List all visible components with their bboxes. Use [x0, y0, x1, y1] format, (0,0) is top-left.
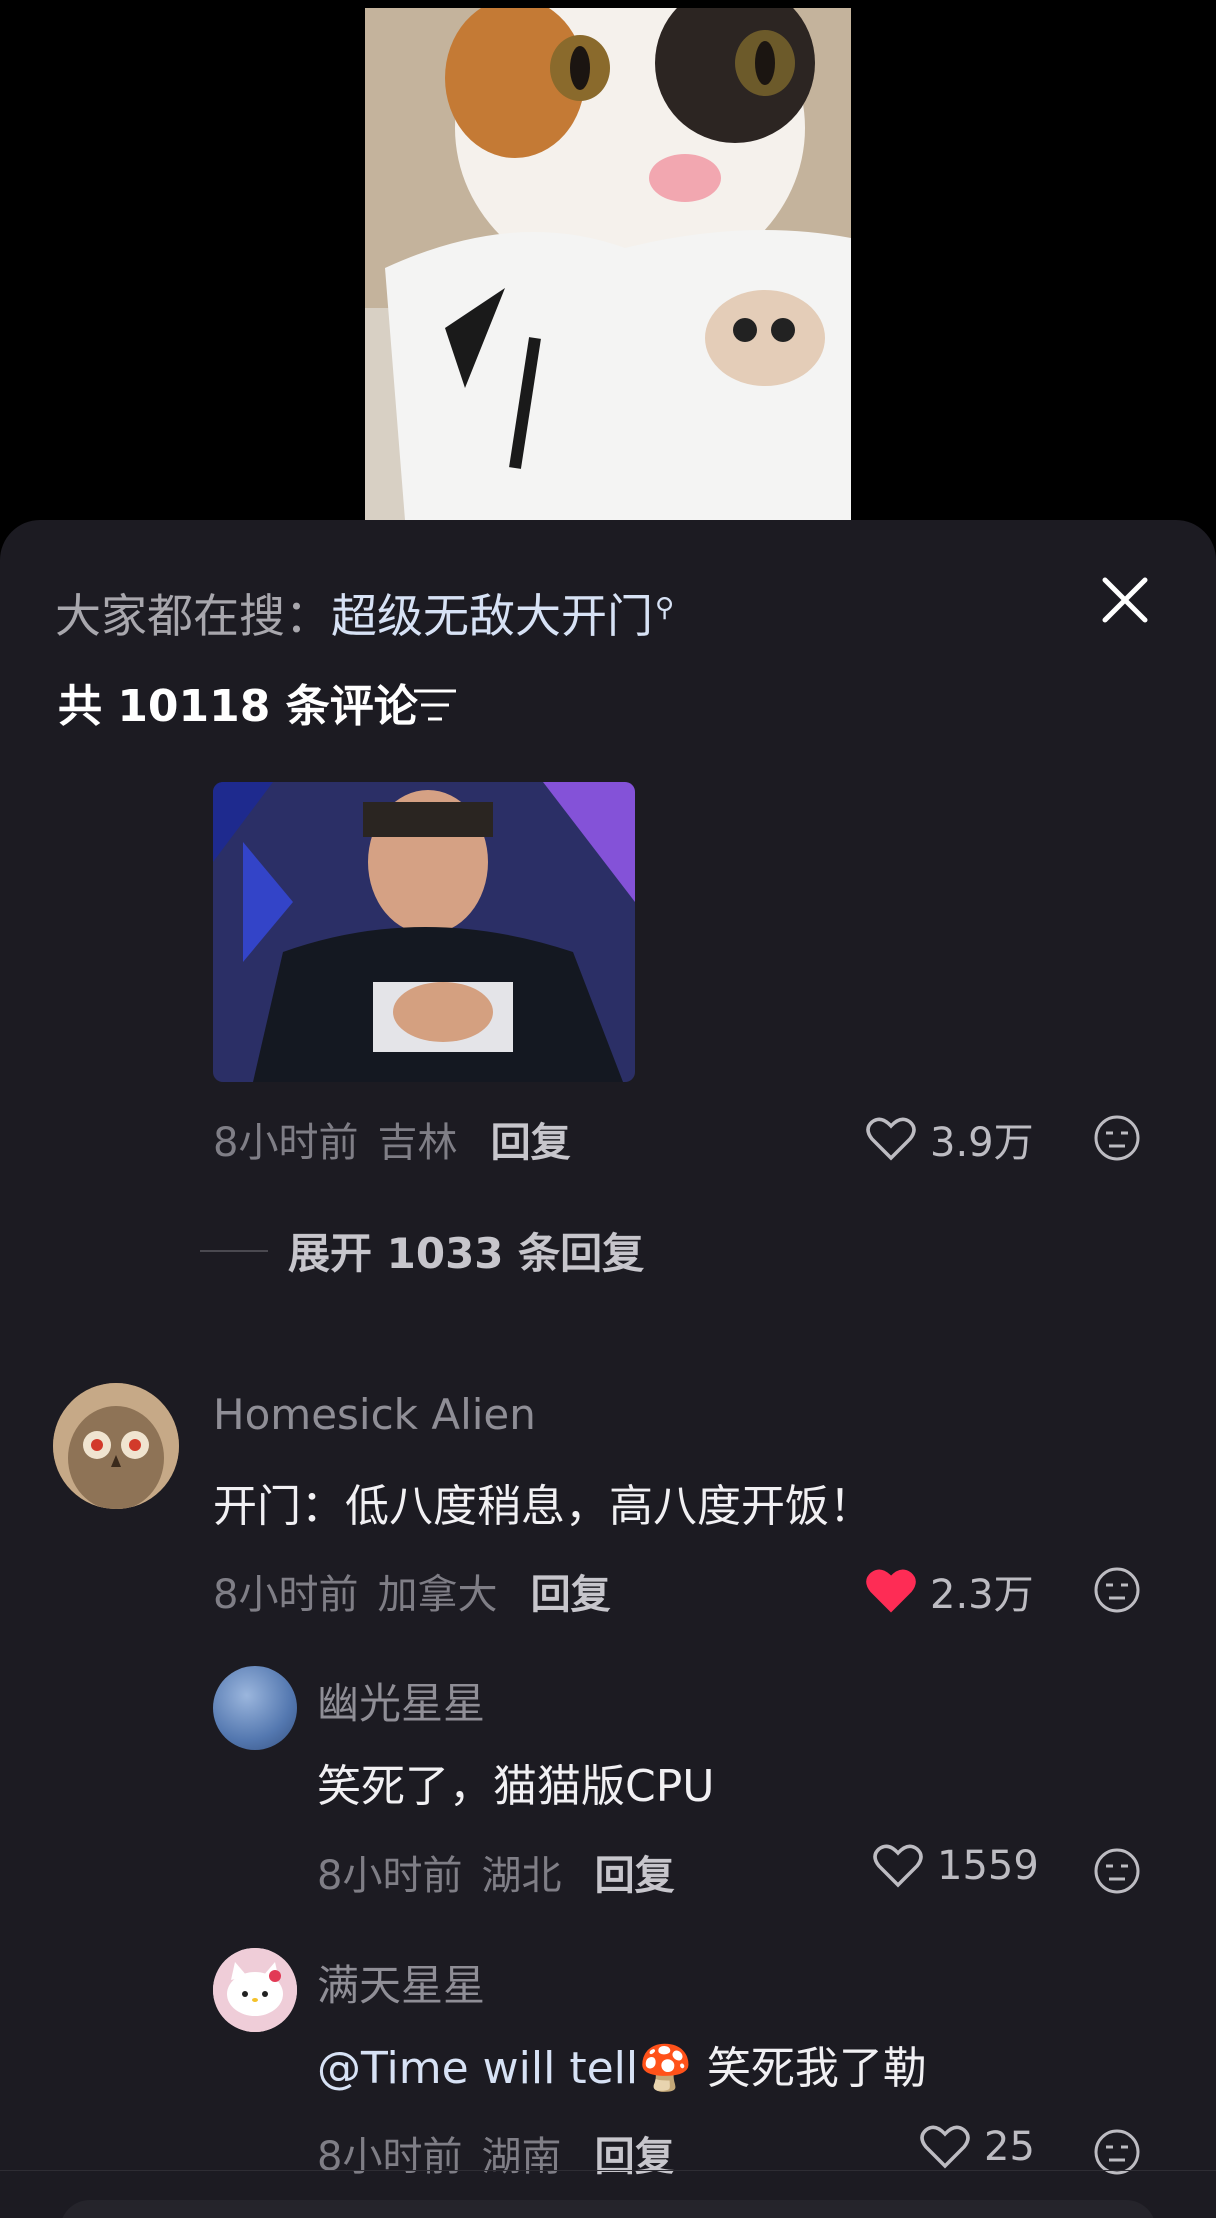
comment-text-suffix: 笑死我了勒	[692, 2043, 927, 2094]
comment-author[interactable]: 幽光星星	[317, 1670, 485, 1731]
comment-author[interactable]: Homesick Alien	[213, 1390, 536, 1439]
like-button[interactable]: 2.3万	[866, 1562, 1034, 1620]
expand-replies-label: 展开 1033 条回复	[288, 1229, 645, 1278]
comment-text: 开门：低八度稍息，高八度开饭！	[213, 1481, 873, 1532]
search-keyword[interactable]: 超级无敌大开门	[331, 589, 653, 643]
like-button[interactable]: 1559	[873, 1843, 1039, 1889]
avatar[interactable]	[213, 1948, 297, 2032]
dislike-face-icon	[1094, 1115, 1140, 1161]
owl-avatar-image	[53, 1383, 179, 1509]
hello-kitty-avatar-image	[213, 1948, 297, 2032]
comment-time: 8小时前	[213, 1572, 359, 1618]
comment-meta: 8小时前 吉林 回复	[213, 1110, 571, 1168]
close-button[interactable]	[1095, 570, 1155, 630]
comment-gif[interactable]	[213, 782, 635, 1082]
search-prefix: 大家都在搜：	[55, 589, 331, 643]
like-count: 3.9万	[930, 1120, 1034, 1166]
heart-icon	[866, 1117, 916, 1161]
reply-button[interactable]: 回复	[491, 1120, 571, 1166]
like-count: 25	[984, 2124, 1035, 2170]
like-count: 1559	[937, 1843, 1039, 1889]
dislike-button[interactable]	[1093, 1114, 1141, 1166]
like-count: 2.3万	[930, 1572, 1034, 1618]
comment-location: 湖北	[481, 1853, 562, 1899]
comment-meta: 8小时前 加拿大 回复	[213, 1562, 611, 1620]
video-thumbnail[interactable]	[365, 8, 851, 520]
expand-divider	[200, 1249, 268, 1252]
search-suggestion[interactable]: 大家都在搜：超级无敌大开门⚲	[55, 580, 674, 646]
dislike-button[interactable]	[1093, 1847, 1141, 1899]
reply-button[interactable]: 回复	[595, 2134, 675, 2180]
comment-location: 吉林	[377, 1120, 458, 1166]
crying-man-gif	[213, 782, 635, 1082]
bottom-divider	[0, 2170, 1216, 2171]
search-icon: ⚲	[655, 592, 675, 623]
reply-button[interactable]: 回复	[531, 1572, 611, 1618]
like-button[interactable]: 3.9万	[866, 1110, 1034, 1168]
cat-image	[365, 8, 851, 520]
comment-time: 8小时前	[213, 1120, 359, 1166]
comment-input-bar[interactable]	[60, 2200, 1156, 2218]
comment-count: 共 10118 条评论	[58, 681, 418, 732]
comment-author[interactable]: 满天星星	[317, 1952, 485, 2013]
comment-location: 加拿大	[377, 1572, 498, 1618]
mention-link[interactable]: @Time will tell	[317, 2043, 638, 2094]
dislike-face-icon	[1094, 2129, 1140, 2175]
comment-meta: 8小时前 湖北 回复	[317, 1843, 675, 1901]
reply-button[interactable]: 回复	[595, 1853, 675, 1899]
avatar[interactable]	[213, 1666, 297, 1750]
heart-icon	[866, 1569, 916, 1613]
comment-meta: 8小时前 湖南 回复	[317, 2124, 675, 2182]
close-icon	[1102, 577, 1148, 623]
dislike-button[interactable]	[1093, 1566, 1141, 1618]
heart-icon	[873, 1844, 923, 1888]
comment-text: @Time will tell🍄 笑死我了勒	[317, 2032, 927, 2096]
dislike-button[interactable]	[1093, 2128, 1141, 2180]
heart-icon	[920, 2125, 970, 2169]
comment-text: 笑死了，猫猫版CPU	[317, 1761, 715, 1812]
comment-sheet: 大家都在搜：超级无敌大开门⚲ 共 10118 条评论 8小时前 吉林 回复 3.…	[0, 520, 1216, 2218]
comment-time: 8小时前	[317, 2134, 463, 2180]
mushroom-emoji: 🍄	[638, 2043, 693, 2094]
comment-time: 8小时前	[317, 1853, 463, 1899]
filter-button[interactable]	[412, 688, 458, 722]
video-area[interactable]	[0, 0, 1216, 530]
expand-replies-button[interactable]: 展开 1033 条回复	[200, 1220, 644, 1281]
comment-location: 湖南	[481, 2134, 562, 2180]
like-button[interactable]: 25	[920, 2124, 1035, 2170]
dislike-face-icon	[1094, 1567, 1140, 1613]
avatar[interactable]	[53, 1383, 179, 1509]
filter-icon	[414, 689, 456, 721]
dislike-face-icon	[1094, 1848, 1140, 1894]
